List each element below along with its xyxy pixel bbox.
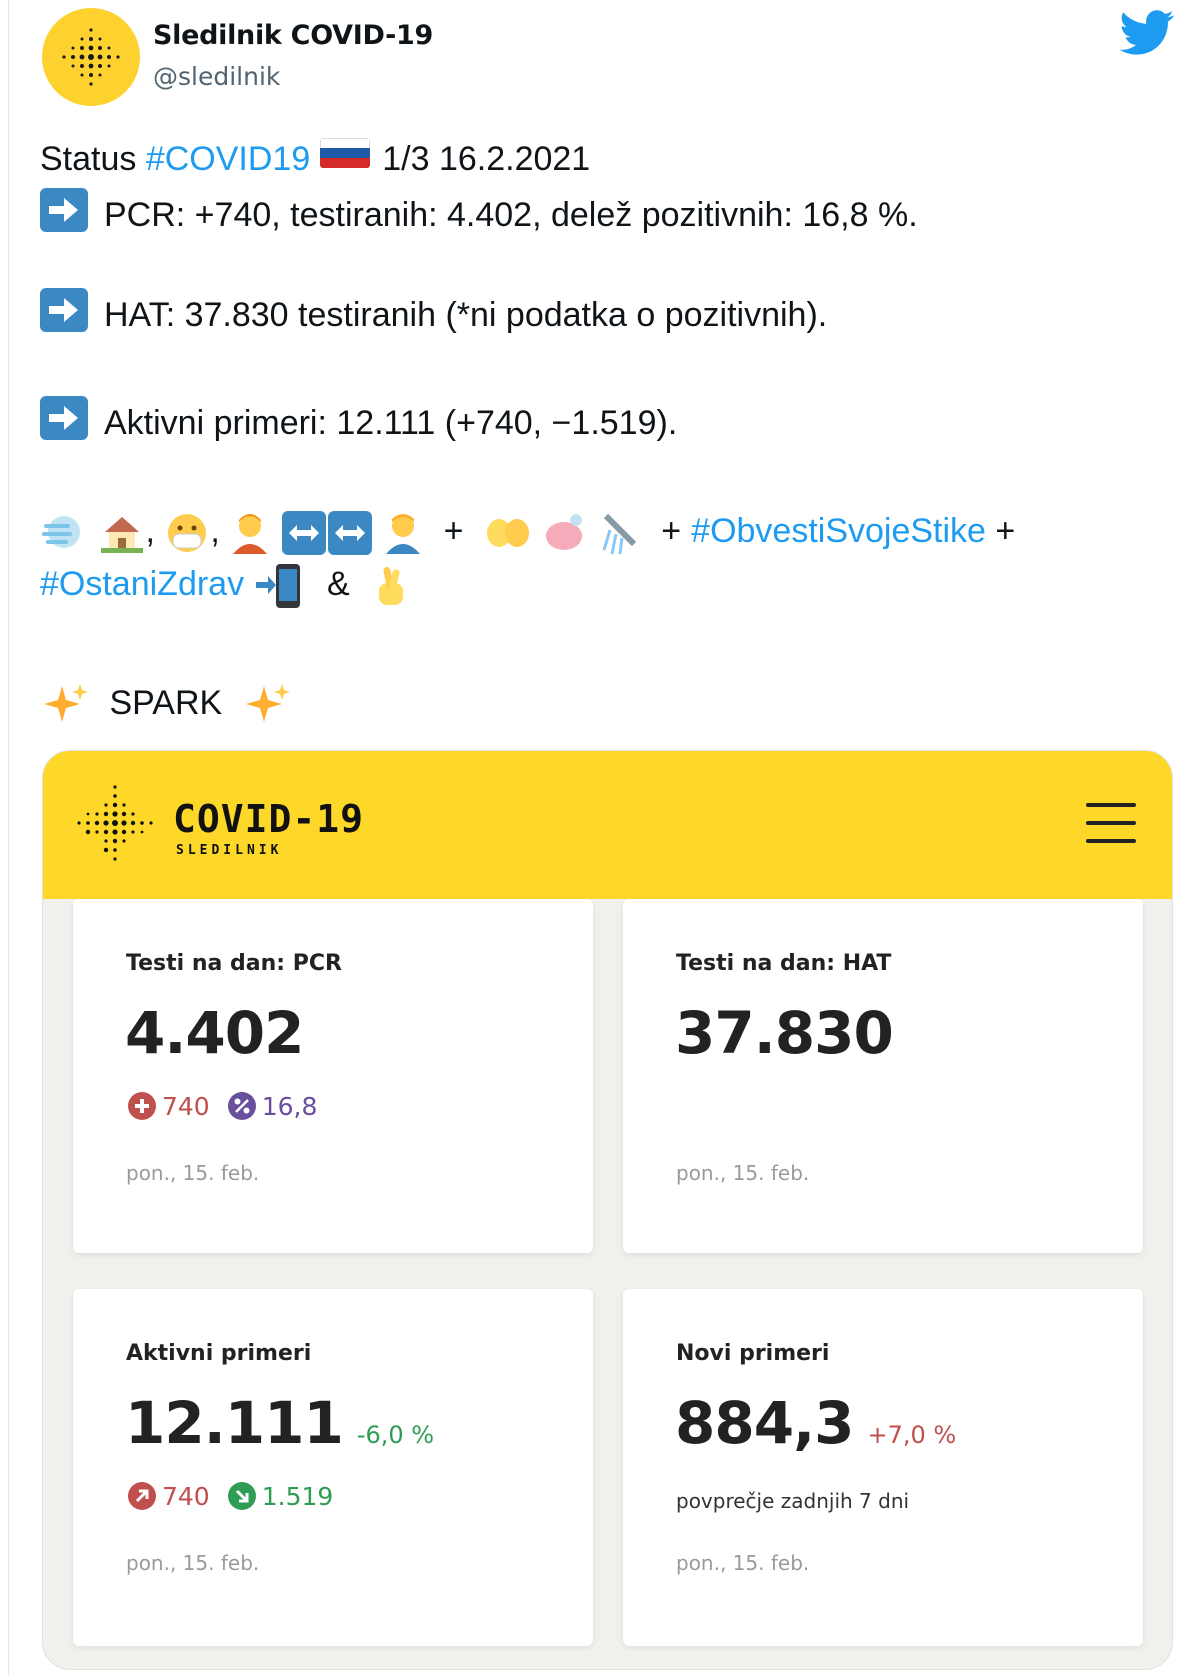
tweet-line-pcr: PCR: +740, testiranih: 4.402, delež pozi… xyxy=(40,188,918,235)
hat-text: HAT: 37.830 testiranih (*ni podatka o po… xyxy=(104,296,828,334)
sledilnik-logo-icon xyxy=(77,785,153,861)
tile-change: +7,0 % xyxy=(867,1421,957,1449)
tile-value: 12.111 xyxy=(125,1389,344,1457)
tile-date: pon., 15. feb. xyxy=(676,1551,810,1575)
tile-value: 4.402 xyxy=(125,999,304,1067)
hashtag-covid19[interactable]: #COVID19 xyxy=(146,140,310,178)
arrow-up-right-circle-icon xyxy=(128,1482,156,1510)
badge-down-value: 1.519 xyxy=(261,1482,334,1511)
tweet-status-line: Status #COVID19 1/3 16.2.2021 xyxy=(40,138,590,179)
pcr-text: PCR: +740, testiranih: 4.402, delež pozi… xyxy=(104,196,918,234)
slovenia-flag-icon xyxy=(320,138,371,168)
tile-label: Novi primeri xyxy=(676,1341,830,1366)
sledilnik-header: COVID-19 SLEDILNIK xyxy=(43,751,1172,899)
spark-label: SPARK xyxy=(109,683,223,722)
wind-face-icon xyxy=(42,516,80,548)
tweet-spark-line: SPARK xyxy=(40,682,292,728)
account-avatar[interactable] xyxy=(42,8,140,106)
plus-sign: + xyxy=(995,511,1016,550)
percent-circle-icon xyxy=(227,1092,256,1120)
tweet-emoji-line: , , + + #ObvestiSvojeStike + xyxy=(40,510,1015,556)
right-arrow-icon xyxy=(40,396,88,440)
tile-new-cases[interactable]: Novi primeri 884,3 +7,0 % povprečje zadnj… xyxy=(623,1289,1143,1646)
house-icon xyxy=(101,517,144,553)
tile-value: 37.830 xyxy=(675,999,894,1067)
badge-percent-value: 16,8 xyxy=(261,1092,318,1121)
tile-note: povprečje zadnjih 7 dni xyxy=(676,1489,910,1513)
arrow-down-right-circle-icon xyxy=(227,1482,256,1510)
tile-label: Testi na dan: PCR xyxy=(126,951,342,976)
status-suffix: 1/3 16.2.2021 xyxy=(382,140,591,178)
sledilnik-logo-icon xyxy=(62,28,120,86)
status-prefix: Status xyxy=(40,140,137,178)
person-icon xyxy=(233,514,268,554)
tile-date: pon., 15. feb. xyxy=(126,1551,260,1575)
right-arrow-icon xyxy=(40,188,88,232)
active-text: Aktivni primeri: 12.111 (+740, −1.519). xyxy=(104,404,678,442)
face-with-mask-icon xyxy=(168,514,207,552)
hamburger-menu-icon[interactable] xyxy=(1086,801,1136,845)
washing-hands-icon xyxy=(486,519,529,547)
tile-date: pon., 15. feb. xyxy=(126,1161,260,1185)
tweet-line-active: Aktivni primeri: 12.111 (+740, −1.519). xyxy=(40,396,677,443)
tile-tests-pcr[interactable]: Testi na dan: PCR 4.402 740 16,8 pon., 15… xyxy=(73,899,593,1253)
left-right-arrow-icon xyxy=(327,511,372,555)
sledilnik-screenshot-card[interactable]: COVID-19 SLEDILNIK Testi na dan: PCR 4.4… xyxy=(42,750,1173,1670)
plus-sign: + xyxy=(443,511,464,550)
soap-icon xyxy=(546,514,583,550)
badge-up-value: 740 xyxy=(162,1482,210,1511)
twitter-bird-icon[interactable] xyxy=(1119,10,1175,56)
crossed-fingers-icon xyxy=(379,567,404,605)
plus-sign: + xyxy=(661,511,682,550)
hashtag-ostani-zdrav[interactable]: #OstaniZdrav xyxy=(40,565,244,603)
account-name[interactable]: Sledilnik COVID-19 xyxy=(153,20,433,51)
sparkles-icon xyxy=(245,684,290,722)
badge-plus-value: 740 xyxy=(162,1092,210,1121)
tile-date: pon., 15. feb. xyxy=(676,1161,810,1185)
mobile-phone-arrow-icon xyxy=(255,564,300,608)
tweet-left-border xyxy=(8,0,9,1675)
account-handle[interactable]: @sledilnik xyxy=(153,62,280,91)
brand-title: COVID-19 xyxy=(173,797,365,841)
tile-badges: 740 16,8 xyxy=(128,1092,317,1121)
tile-value: 884,3 xyxy=(675,1389,854,1457)
tile-change: -6,0 % xyxy=(356,1421,435,1449)
person-icon xyxy=(386,514,421,554)
right-arrow-icon xyxy=(40,288,88,332)
plus-circle-icon xyxy=(128,1092,156,1120)
tile-badges: 740 1.519 xyxy=(128,1482,333,1511)
tile-label: Testi na dan: HAT xyxy=(676,951,892,976)
tile-value-row: 12.111 -6,0 % xyxy=(125,1389,434,1457)
tweet-line-hat: HAT: 37.830 testiranih (*ni podatka o po… xyxy=(40,288,827,335)
sparkles-icon xyxy=(44,684,88,722)
tile-active-cases[interactable]: Aktivni primeri 12.111 -6,0 % 740 1.519 po… xyxy=(73,1289,593,1646)
hashtag-obvesti-svoje-stike[interactable]: #ObvestiSvojeStike xyxy=(691,512,986,550)
tile-tests-hat[interactable]: Testi na dan: HAT 37.830 pon., 15. feb. xyxy=(623,899,1143,1253)
ampersand: & xyxy=(327,564,350,603)
tile-value-row: 884,3 +7,0 % xyxy=(675,1389,956,1457)
tweet-hashtag-line: #OstaniZdrav & xyxy=(40,562,411,610)
shower-icon xyxy=(602,513,636,555)
brand-subtitle: SLEDILNIK xyxy=(176,843,283,858)
left-right-arrow-icon xyxy=(281,511,326,555)
tile-label: Aktivni primeri xyxy=(126,1341,312,1366)
